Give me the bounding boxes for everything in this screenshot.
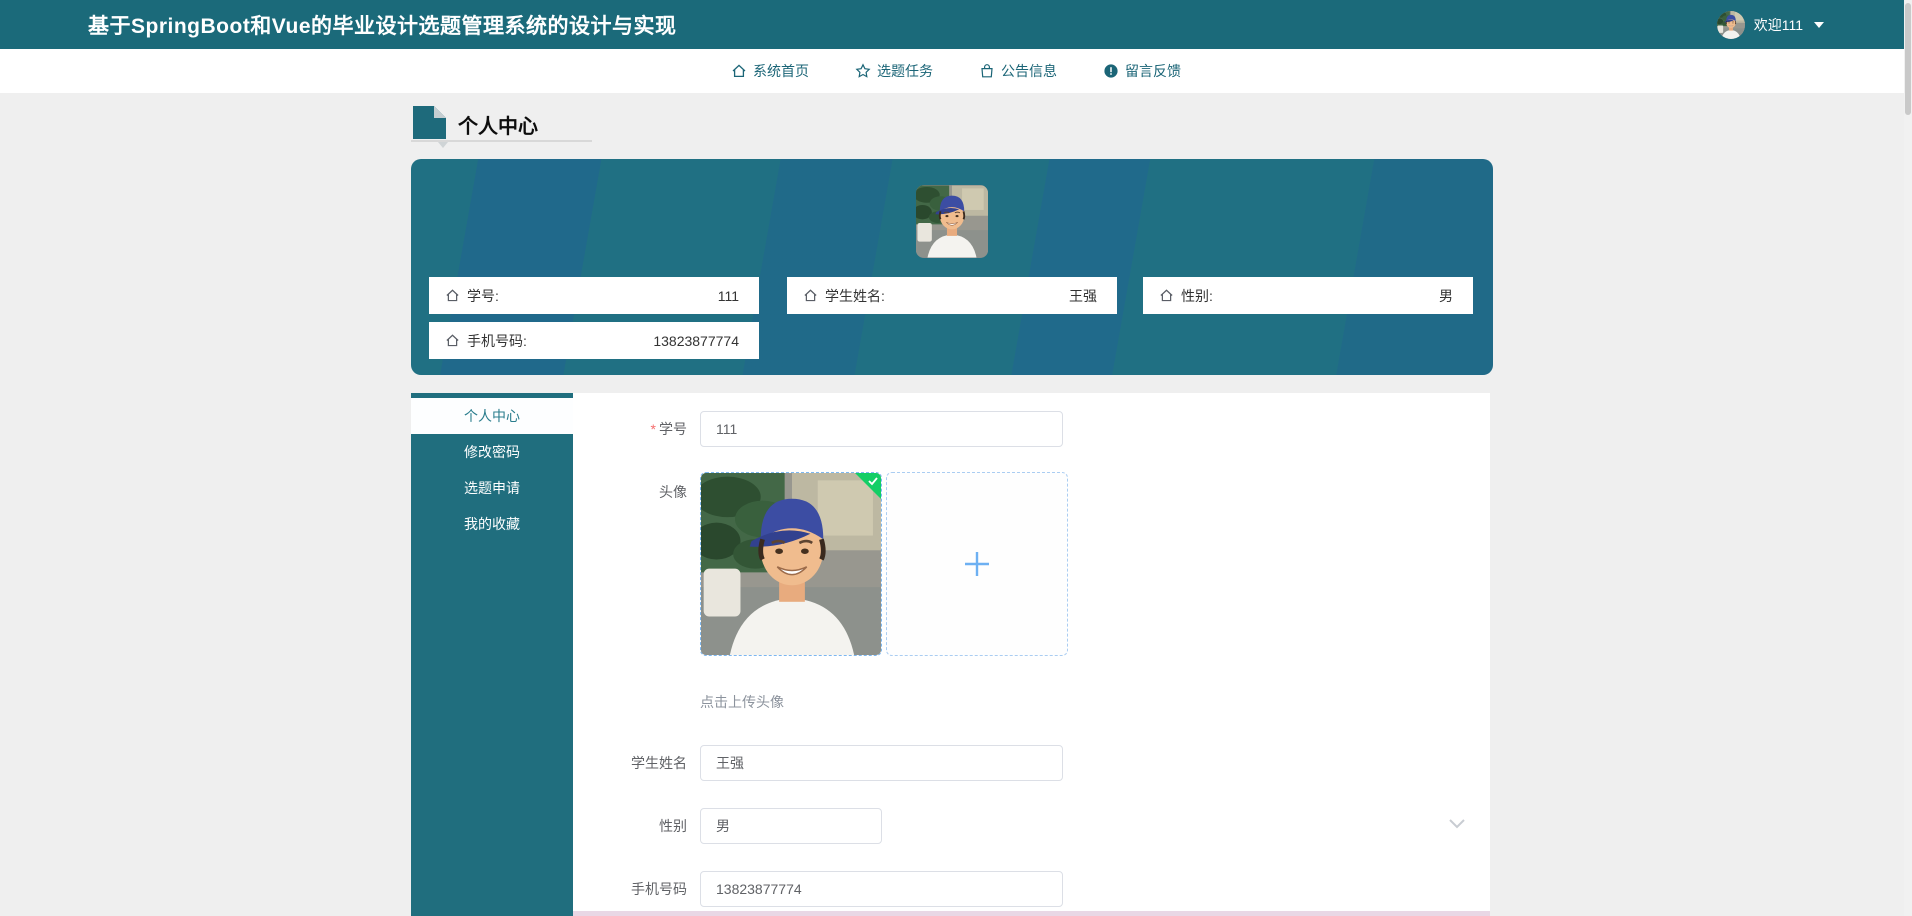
upload-hint-text: 点击上传头像 [700,692,784,712]
nav-label: 留言反馈 [1125,61,1181,81]
gender-input[interactable] [700,808,882,844]
field-label: 性别: [1181,286,1213,306]
dropdown-arrow-icon [1814,22,1824,28]
student-name-input[interactable] [700,745,1063,781]
user-avatar [1717,11,1745,39]
home-icon [445,288,460,303]
app-title: 基于SpringBoot和Vue的毕业设计选题管理系统的设计与实现 [88,10,677,40]
phone-input[interactable] [700,871,1063,907]
student-name-label: 学生姓名 [573,745,695,781]
field-value: 王强 [1069,286,1097,306]
avatar-upload-box[interactable] [886,472,1068,656]
nav-item-topic-task[interactable]: 选题任务 [855,49,933,93]
home-icon [1159,288,1174,303]
student-no-input[interactable] [700,411,1063,447]
avatar-label: 头像 [573,482,695,502]
field-label: 学号: [467,286,499,306]
home-icon [803,288,818,303]
nav-label: 选题任务 [877,61,933,81]
avatar-image [1717,11,1745,39]
user-menu[interactable]: 欢迎111 [1717,0,1824,49]
profile-avatar [916,185,988,258]
nav-label: 系统首页 [753,61,809,81]
bag-icon [979,63,995,79]
title-decoration-square [413,106,446,139]
field-value: 13823877774 [653,333,739,349]
student-no-label: *学号 [573,411,695,447]
sidebar-item-personal-center[interactable]: 个人中心 [411,398,573,434]
chevron-down-icon[interactable] [1448,818,1466,830]
sidebar-item-my-favorites[interactable]: 我的收藏 [411,506,573,542]
field-label: 手机号码: [467,331,527,351]
field-label: 学生姓名: [825,286,885,306]
field-student-no: 学号: 111 [429,277,759,314]
nav-item-feedback[interactable]: 留言反馈 [1103,49,1181,93]
nav-label: 公告信息 [1001,61,1057,81]
nav-item-announcements[interactable]: 公告信息 [979,49,1057,93]
nav-item-home[interactable]: 系统首页 [731,49,809,93]
info-icon [1103,63,1119,79]
main-nav: 系统首页 选题任务 公告信息 留言反馈 [0,49,1912,93]
field-student-name: 学生姓名: 王强 [787,277,1117,314]
avatar-image [916,185,988,258]
phone-label: 手机号码 [573,871,695,907]
home-icon [445,333,460,348]
scrollbar-thumb[interactable] [1905,3,1911,115]
avatar-uploaded-image[interactable] [700,472,882,656]
profile-summary-card: 学号: 111 学生姓名: 王强 性别: 男 手机号码: 13823877774 [411,159,1493,375]
field-phone: 手机号码: 13823877774 [429,322,759,359]
field-gender: 性别: 男 [1143,277,1473,314]
plus-icon [961,548,993,580]
star-icon [855,63,871,79]
required-mark: * [651,421,656,437]
scrollbar-track[interactable] [1904,0,1912,916]
title-notch [438,142,448,148]
gender-label: 性别 [573,808,695,844]
welcome-text: 欢迎111 [1754,15,1803,35]
sidebar-menu: 个人中心 修改密码 选题申请 我的收藏 [411,393,573,916]
field-value: 男 [1439,286,1453,306]
app-header: 基于SpringBoot和Vue的毕业设计选题管理系统的设计与实现 欢迎111 [0,0,1912,49]
field-value: 111 [718,288,739,304]
check-icon [867,475,879,487]
sidebar-item-topic-application[interactable]: 选题申请 [411,470,573,506]
sidebar-item-change-password[interactable]: 修改密码 [411,434,573,470]
avatar-image [701,473,882,656]
panel-bottom-divider [573,911,1490,916]
page-title: 个人中心 [458,110,538,139]
home-icon [731,63,747,79]
